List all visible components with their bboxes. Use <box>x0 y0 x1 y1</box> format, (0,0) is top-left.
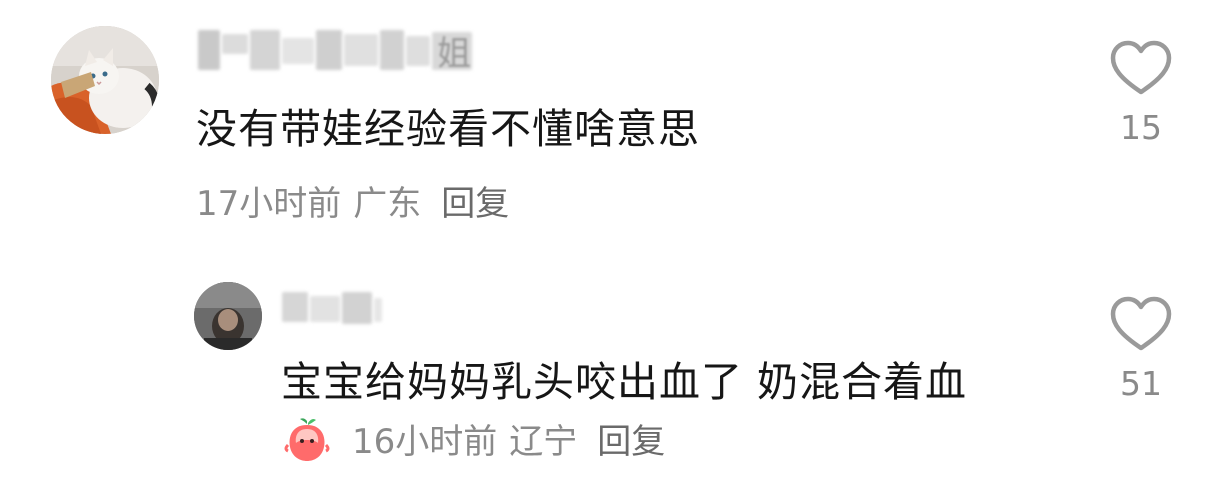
comment-meta: 16小时前 辽宁 回复 <box>352 422 665 462</box>
comment-time: 17小时前 <box>196 184 342 224</box>
like-count: 51 <box>1120 364 1162 403</box>
comment-time: 16小时前 <box>352 422 498 462</box>
comment-meta: 17小时前 广东 回复 <box>196 184 509 224</box>
avatar[interactable] <box>194 282 262 350</box>
avatar-photo-image <box>194 282 262 350</box>
avatar-cat-image <box>51 26 159 134</box>
avatar[interactable] <box>51 26 159 134</box>
like-count: 15 <box>1120 108 1162 147</box>
comment-location: 辽宁 <box>509 422 578 462</box>
username-suffix: 姐 <box>437 34 471 74</box>
reply-button[interactable]: 回复 <box>441 184 509 224</box>
comment-location: 广东 <box>353 184 422 224</box>
heart-outline-icon <box>1110 296 1172 351</box>
like-button[interactable]: 15 <box>1101 40 1181 148</box>
comment-text: 宝宝给妈妈乳头咬出血了 奶混合着血 <box>281 358 968 406</box>
peach-mascot-icon <box>282 415 332 465</box>
comment-text: 没有带娃经验看不懂啥意思 <box>196 105 700 153</box>
reply-button[interactable]: 回复 <box>597 422 665 462</box>
heart-outline-icon <box>1110 40 1172 95</box>
like-button[interactable]: 51 <box>1101 296 1181 404</box>
